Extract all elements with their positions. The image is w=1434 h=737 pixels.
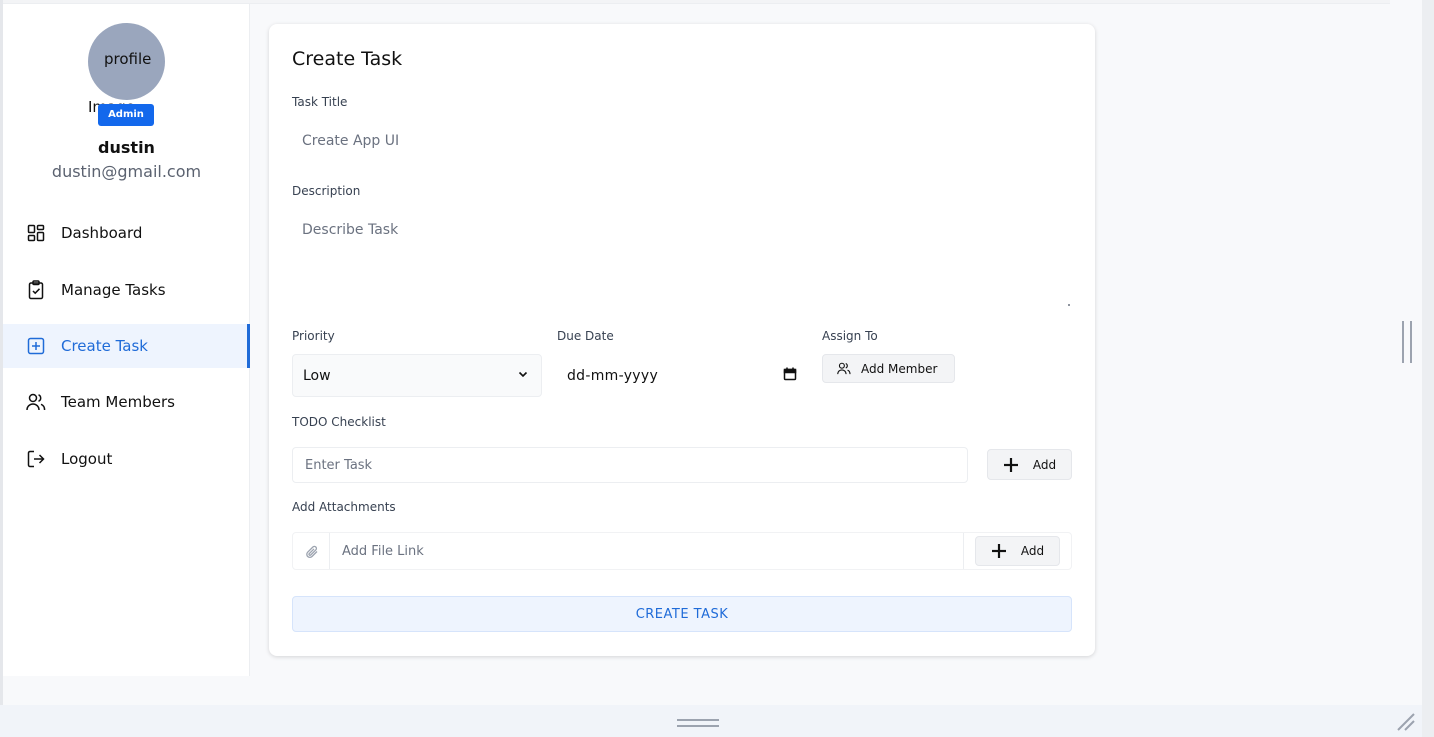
- logout-icon: [26, 449, 46, 469]
- sidebar-item-logout[interactable]: Logout: [3, 437, 250, 481]
- user-name: dustin: [98, 138, 155, 157]
- description-textarea[interactable]: Describe Task: [292, 216, 1072, 311]
- users-icon: [837, 362, 851, 375]
- due-date-label: Due Date: [557, 329, 614, 343]
- sidebar-item-label: Dashboard: [61, 224, 143, 242]
- sidebar-item-dashboard[interactable]: Dashboard: [3, 211, 250, 255]
- sidebar: profile Image Admin dustin dustin@gmail.…: [3, 4, 250, 676]
- window-edge: [1422, 0, 1434, 737]
- sidebar-item-team-members[interactable]: Team Members: [3, 380, 250, 424]
- description-label: Description: [292, 184, 361, 198]
- plus-icon: [1003, 457, 1019, 473]
- sidebar-item-label: Team Members: [61, 393, 175, 411]
- sidebar-item-label: Logout: [61, 450, 113, 468]
- plus-icon: [991, 543, 1007, 559]
- todo-placeholder: Enter Task: [305, 457, 373, 473]
- todo-task-input[interactable]: Enter Task: [292, 447, 968, 483]
- chevron-down-icon: [517, 368, 529, 384]
- add-member-label: Add Member: [861, 361, 938, 376]
- sidebar-item-create-task[interactable]: Create Task: [3, 324, 250, 368]
- priority-label: Priority: [292, 329, 335, 343]
- attachment-row: Add File Link Add: [292, 532, 1072, 570]
- attachments-label: Add Attachments: [292, 500, 396, 514]
- file-link-input[interactable]: Add File Link: [329, 533, 964, 569]
- create-task-card: Create Task Task Title Create App UI Des…: [269, 24, 1095, 656]
- todo-add-label: Add: [1032, 457, 1057, 472]
- user-email: dustin@gmail.com: [51, 162, 202, 181]
- task-title-label: Task Title: [292, 95, 348, 109]
- priority-select[interactable]: Low: [292, 354, 542, 397]
- avatar-alt-line1: profile: [104, 50, 152, 68]
- sidebar-item-label: Create Task: [61, 337, 148, 355]
- clipboard-check-icon: [26, 280, 46, 300]
- due-date-input[interactable]: dd-mm-yyyy: [557, 354, 797, 397]
- calendar-icon[interactable]: [783, 367, 797, 385]
- corner-resize-icon[interactable]: [1396, 712, 1416, 732]
- sidebar-item-label: Manage Tasks: [61, 281, 166, 299]
- horizontal-resize-handle[interactable]: [677, 719, 719, 727]
- paperclip-icon: [305, 544, 319, 563]
- priority-value: Low: [303, 367, 331, 384]
- todo-add-button[interactable]: Add: [987, 449, 1072, 480]
- create-task-button[interactable]: CREATE TASK: [292, 596, 1072, 632]
- role-badge: Admin: [98, 104, 154, 126]
- dashboard-icon: [26, 223, 46, 243]
- attachment-add-label: Add: [1020, 544, 1045, 558]
- vertical-resize-handle[interactable]: [1402, 321, 1412, 363]
- add-member-button[interactable]: Add Member: [822, 354, 955, 383]
- file-link-placeholder: Add File Link: [342, 543, 424, 559]
- sidebar-item-manage-tasks[interactable]: Manage Tasks: [3, 268, 250, 312]
- page-title: Create Task: [292, 48, 403, 70]
- textarea-resize-dot: [1068, 304, 1070, 306]
- attachment-add-button[interactable]: Add: [975, 536, 1060, 566]
- task-title-input[interactable]: Create App UI: [302, 133, 1072, 155]
- avatar[interactable]: profile Image: [88, 23, 165, 116]
- users-icon: [26, 392, 46, 412]
- due-date-placeholder: dd-mm-yyyy: [567, 367, 659, 384]
- todo-checklist-label: TODO Checklist: [292, 415, 386, 429]
- square-plus-icon: [26, 336, 46, 356]
- assign-to-label: Assign To: [822, 329, 878, 343]
- description-placeholder: Describe Task: [302, 222, 399, 238]
